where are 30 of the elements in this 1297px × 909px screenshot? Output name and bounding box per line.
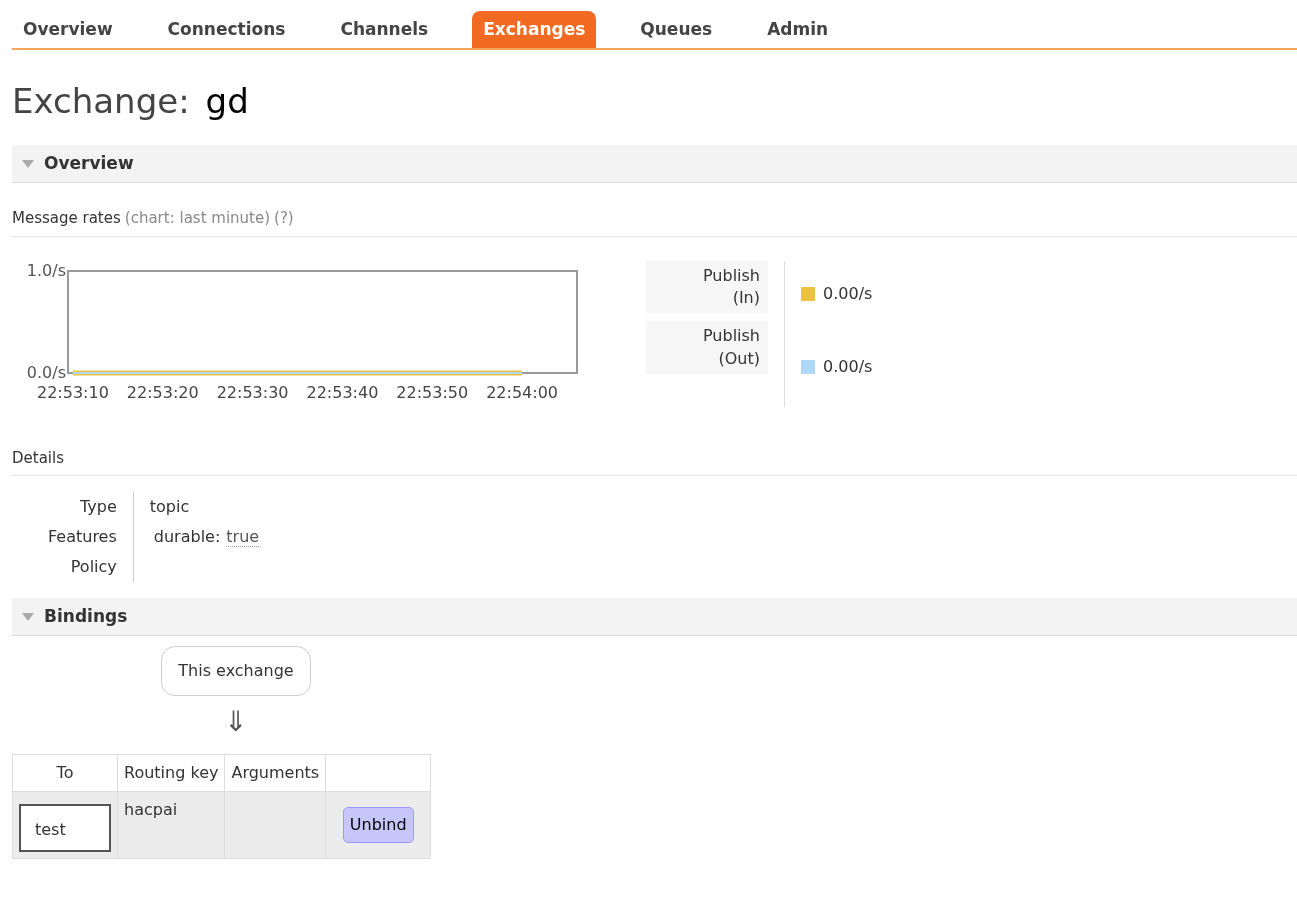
x-tick-label: 22:53:20	[126, 382, 199, 402]
table-cell: hacpai	[124, 800, 178, 819]
x-tick-label: 22:53:50	[396, 382, 469, 402]
subsection-title: Details	[12, 448, 64, 467]
detail-label: Policy	[70, 557, 117, 576]
exchange-node: This exchange	[161, 646, 311, 696]
binding-arrow: ⇓	[224, 708, 248, 736]
rate-value: 0.00/s	[823, 355, 873, 378]
section-title: Overview	[44, 151, 134, 175]
subsection-title: Message rates	[12, 208, 121, 229]
x-tick-label: 22:54:00	[486, 382, 558, 402]
rate-value: 0.00/s	[823, 282, 873, 305]
detail-label: Type	[80, 497, 117, 516]
legend-label: Publish (In)	[701, 264, 760, 309]
detail-value: durable:	[152, 527, 221, 546]
column-header: To	[56, 763, 74, 782]
detail-value: topic	[149, 497, 190, 516]
detail-label: Features	[48, 527, 117, 546]
column-header: Routing key	[124, 763, 219, 782]
x-tick-label: 22:53:30	[216, 382, 289, 402]
x-tick-label: 22:53:10	[37, 382, 109, 402]
chart-range-hint: (chart: last minute)	[124, 208, 271, 229]
column-header: Arguments	[231, 763, 320, 782]
page-title-label: Exchange:	[12, 80, 190, 123]
x-tick-label: 22:53:40	[306, 382, 379, 402]
y-tick-label: 0.0/s	[26, 362, 66, 381]
y-tick-label: 1.0/s	[26, 260, 66, 279]
section-title: Bindings	[44, 604, 128, 628]
exchange-name: gd	[205, 80, 249, 123]
legend-label: Publish (Out)	[701, 325, 760, 370]
